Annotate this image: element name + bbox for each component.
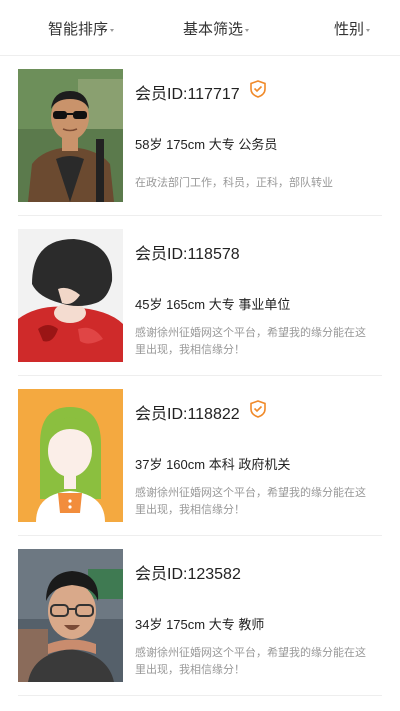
- photo-man-sunglasses-icon: [18, 69, 123, 202]
- member-card[interactable]: 会员ID:118578 45岁 165cm 大专 事业单位 感谢徐州征婚网这个平…: [0, 216, 400, 376]
- member-stats: 58岁 175cm 大专 公务员: [135, 137, 278, 152]
- member-id: 会员ID:118822: [135, 406, 240, 423]
- member-id: 会员ID:123582: [135, 566, 241, 583]
- caret-down-icon: [110, 28, 115, 32]
- caret-down-icon: [366, 28, 371, 32]
- avatar[interactable]: [18, 549, 123, 682]
- avatar[interactable]: [18, 69, 123, 202]
- filter-gender[interactable]: 性别: [334, 0, 371, 56]
- member-stats: 37岁 160cm 本科 政府机关: [135, 457, 291, 472]
- verified-shield-icon: [250, 80, 266, 98]
- member-stats: 34岁 175cm 大专 教师: [135, 617, 265, 632]
- member-bio: 感谢徐州征婚网这个平台，希望我的缘分能在这里出现，我相信缘分！: [135, 647, 366, 676]
- filter-label: 智能排序: [48, 20, 109, 38]
- member-id: 会员ID:117717: [135, 86, 240, 103]
- photo-woman-short-hair-icon: [18, 229, 123, 362]
- member-stats: 45岁 165cm 大专 事业单位: [135, 297, 291, 312]
- member-card[interactable]: 会员ID:118822 37岁 160cm 本科 政府机关 感谢徐州征婚网这个平…: [0, 376, 400, 536]
- verified-shield-icon: [250, 400, 266, 418]
- filter-basic[interactable]: 基本筛选: [183, 0, 250, 56]
- avatar[interactable]: [18, 389, 123, 522]
- member-bio: 在政法部门工作，科员，正科，部队转业: [135, 177, 333, 189]
- avatar[interactable]: [18, 229, 123, 362]
- member-card[interactable]: 会员ID:117717 58岁 175cm 大专 公务员 在政法部门工作，科员，…: [0, 56, 400, 216]
- female-default-avatar-icon: [18, 389, 123, 522]
- photo-man-glasses-icon: [18, 549, 123, 682]
- filter-smart-sort[interactable]: 智能排序: [48, 0, 115, 56]
- filter-label: 性别: [334, 20, 365, 38]
- member-list: 会员ID:117717 58岁 175cm 大专 公务员 在政法部门工作，科员，…: [0, 56, 400, 696]
- divider: [18, 695, 382, 696]
- filter-bar: 智能排序 基本筛选 性别: [0, 0, 400, 56]
- filter-label: 基本筛选: [183, 20, 244, 38]
- caret-down-icon: [245, 28, 250, 32]
- member-card[interactable]: 会员ID:123582 34岁 175cm 大专 教师 感谢徐州征婚网这个平台，…: [0, 536, 400, 696]
- member-id: 会员ID:118578: [135, 246, 240, 263]
- member-bio: 感谢徐州征婚网这个平台，希望我的缘分能在这里出现，我相信缘分！: [135, 487, 366, 516]
- member-bio: 感谢徐州征婚网这个平台，希望我的缘分能在这里出现，我相信缘分！: [135, 327, 366, 356]
